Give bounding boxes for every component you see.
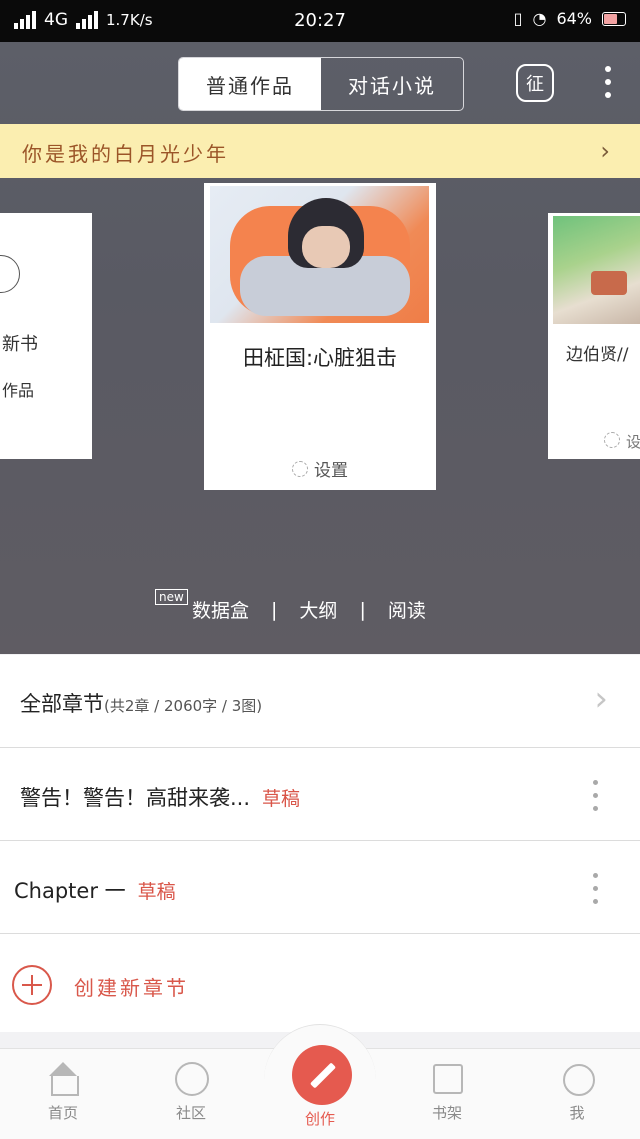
tab-home-label: 首页: [47, 1104, 78, 1122]
box-icon: [427, 1060, 467, 1096]
tab-me[interactable]: 我: [532, 1060, 622, 1123]
works-label: 作品: [2, 381, 35, 400]
chapter-title: 警告！警告！高甜来袭...: [20, 786, 251, 810]
new-book-label: 新书: [2, 334, 38, 355]
book-toolbar: 数据盒 | 大纲 | 阅读: [192, 596, 426, 623]
create-chapter-label[interactable]: 创建新章节: [74, 972, 189, 1001]
create-button[interactable]: [292, 1045, 352, 1105]
draft-badge: 草稿: [137, 881, 176, 903]
chapter-menu-icon[interactable]: [592, 780, 598, 816]
tab-create-label: 创作: [304, 1110, 335, 1128]
pencil-icon: [309, 1062, 337, 1089]
chapter-row[interactable]: 警告！警告！高甜来袭... 草稿: [0, 748, 640, 841]
chapter-menu-icon[interactable]: [592, 873, 598, 909]
data-box-button[interactable]: 数据盒: [192, 596, 249, 623]
book-cover-image-2: [553, 216, 640, 324]
settings-label: 设置: [314, 461, 348, 481]
contest-badge-button[interactable]: 征: [516, 64, 554, 102]
tab-me-label: 我: [569, 1104, 585, 1122]
chapter-title: Chapter 一: [14, 879, 126, 903]
tab-dialogue-novel[interactable]: 对话小说: [321, 58, 463, 110]
chapter-row[interactable]: Chapter 一草稿: [0, 841, 640, 934]
book-cover-image: [210, 186, 429, 323]
chevron-right-icon: ›: [600, 137, 610, 165]
book-settings-button[interactable]: 设置: [204, 456, 436, 481]
more-options-icon[interactable]: [604, 66, 612, 100]
book-settings-2[interactable]: 设: [604, 431, 640, 452]
chevron-right-icon: ›: [594, 679, 608, 719]
battery-icon: [602, 11, 626, 26]
tab-home[interactable]: 首页: [18, 1060, 108, 1123]
tab-normal-works[interactable]: 普通作品: [179, 58, 321, 110]
gear-icon: [604, 432, 620, 448]
status-bar: 4G 1.7K/s 20:27 ▯ ◔ 64%: [0, 0, 640, 42]
chapter-stats: (共2章 / 2060字 / 3图): [104, 697, 263, 715]
tab-community[interactable]: 社区: [146, 1060, 236, 1123]
carousel-home-icon: [43, 1060, 83, 1096]
book-title-2: 边伯贤//: [566, 345, 629, 365]
draft-badge: 草稿: [262, 788, 301, 810]
tab-bookshelf[interactable]: 书架: [402, 1060, 492, 1123]
community-icon: [171, 1060, 211, 1096]
plus-circle-icon: [12, 965, 52, 1005]
all-chapters-label: 全部章节: [20, 692, 104, 716]
gear-icon: [292, 461, 308, 477]
all-chapters-row[interactable]: 全部章节(共2章 / 2060字 / 3图) ›: [0, 655, 640, 748]
profile-icon: [557, 1060, 597, 1096]
book-title: 田柾国:心脏狙击: [242, 346, 398, 370]
tab-bookshelf-label: 书架: [431, 1104, 462, 1122]
banner-text: 你是我的白月光少年: [22, 142, 229, 166]
battery-level: 64%: [556, 9, 592, 28]
new-badge: new: [155, 589, 188, 605]
notice-banner[interactable]: 你是我的白月光少年 ›: [0, 124, 640, 178]
work-type-segment: 普通作品 对话小说: [178, 57, 464, 111]
wifi-icon: ◔: [532, 9, 547, 28]
outline-button[interactable]: 大纲: [299, 596, 337, 623]
vibrate-icon: ▯: [513, 9, 523, 28]
tab-community-label: 社区: [175, 1104, 206, 1122]
read-button[interactable]: 阅读: [388, 596, 426, 623]
